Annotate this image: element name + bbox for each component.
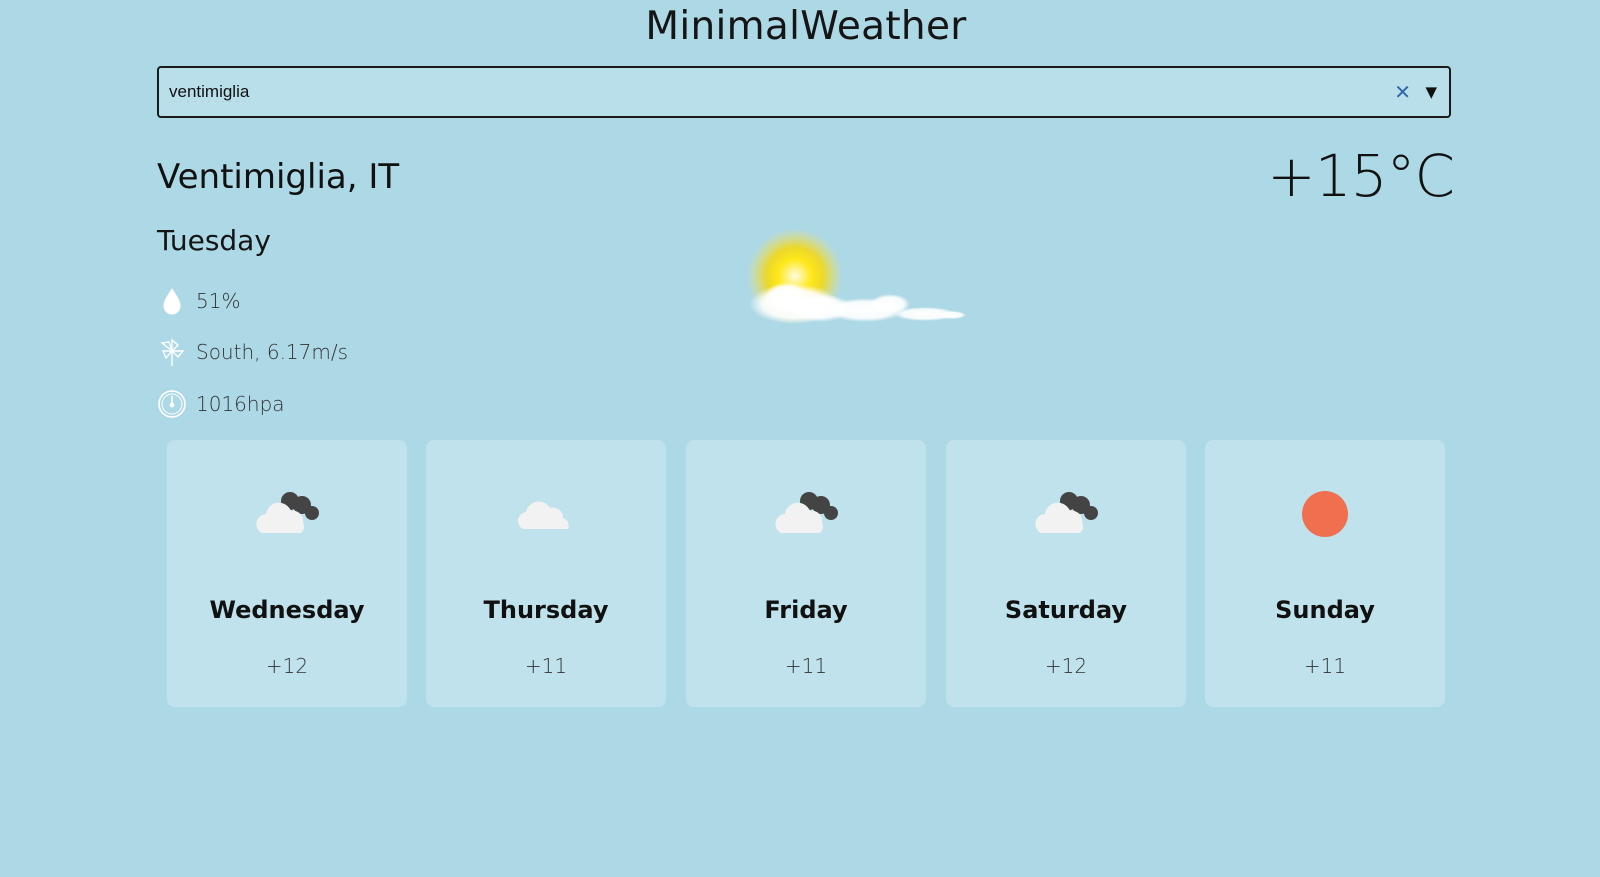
forecast-temp: +12 xyxy=(265,654,309,678)
cloud-dark-clouds-icon xyxy=(686,484,926,544)
forecast-card-wednesday: Wednesday +12 xyxy=(167,440,407,707)
pressure-stat: 1016hpa xyxy=(157,389,285,419)
pinwheel-icon xyxy=(157,337,187,367)
humidity-value: 51% xyxy=(196,289,241,313)
barometer-icon xyxy=(157,389,187,419)
humidity-stat: 51% xyxy=(157,286,240,316)
pressure-value: 1016hpa xyxy=(196,392,285,416)
cloud-dark-clouds-icon xyxy=(946,484,1186,544)
forecast-day: Friday xyxy=(764,596,848,624)
city-search-box[interactable]: ✕ ▼ xyxy=(157,66,1451,118)
current-temperature: +15°C xyxy=(1267,142,1455,210)
forecast-card-saturday: Saturday +12 xyxy=(946,440,1186,707)
forecast-temp: +12 xyxy=(1044,654,1088,678)
forecast-temp: +11 xyxy=(1303,654,1347,678)
forecast-day: Sunday xyxy=(1275,596,1375,624)
wind-value: South, 6.17m/s xyxy=(196,340,349,364)
sun-icon xyxy=(1205,484,1445,544)
city-search-input[interactable] xyxy=(167,68,1351,116)
forecast-temp: +11 xyxy=(524,654,568,678)
forecast-day: Saturday xyxy=(1004,596,1128,624)
chevron-down-icon[interactable]: ▼ xyxy=(1425,82,1437,102)
clear-x-icon[interactable]: ✕ xyxy=(1394,81,1411,103)
water-drop-icon xyxy=(157,286,187,316)
wind-stat: South, 6.17m/s xyxy=(157,337,348,367)
forecast-card-sunday: Sunday +11 xyxy=(1205,440,1445,707)
cloud-icon xyxy=(426,484,666,544)
forecast-card-thursday: Thursday +11 xyxy=(426,440,666,707)
location-name: Ventimiglia, IT xyxy=(157,157,400,197)
sun-behind-cloud-icon xyxy=(730,228,980,348)
current-day: Tuesday xyxy=(157,224,271,257)
forecast-day: Wednesday xyxy=(209,596,365,624)
forecast-card-friday: Friday +11 xyxy=(686,440,926,707)
forecast-temp: +11 xyxy=(784,654,828,678)
forecast-day: Thursday xyxy=(483,596,609,624)
app-title: MinimalWeather xyxy=(645,4,967,49)
cloud-dark-clouds-icon xyxy=(167,484,407,544)
